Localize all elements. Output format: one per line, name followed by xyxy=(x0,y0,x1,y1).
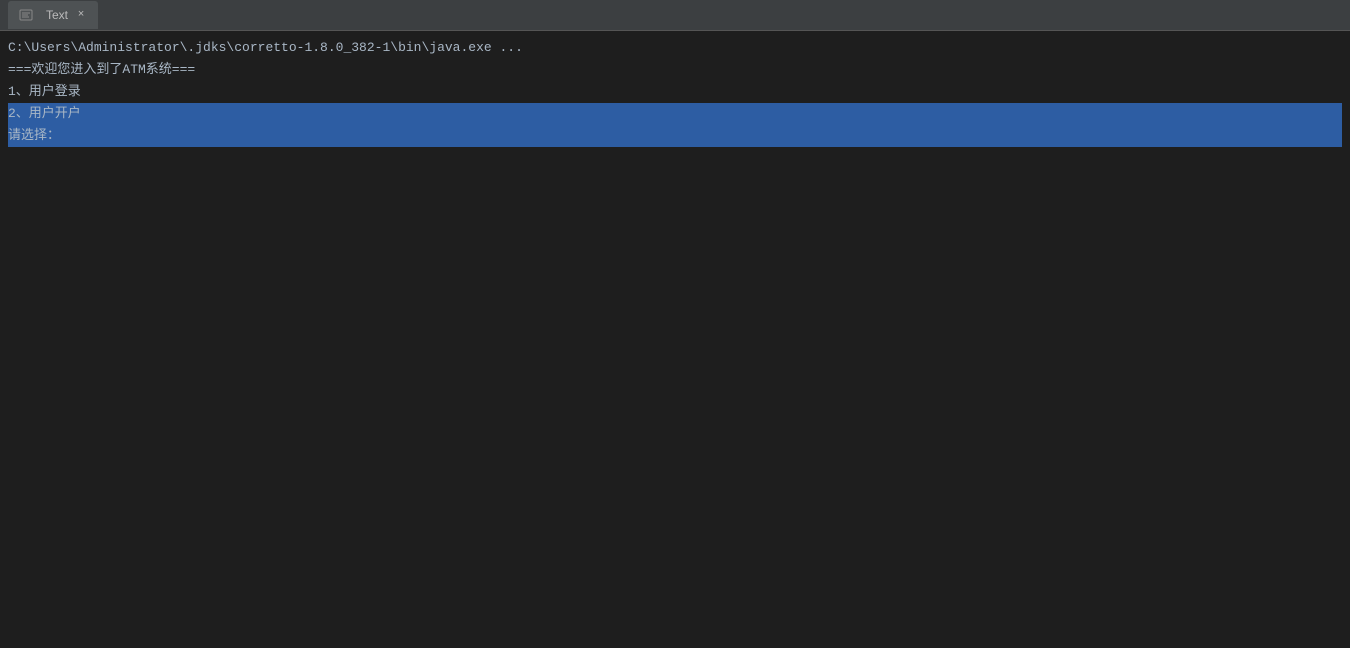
tab-text[interactable]: Text × xyxy=(8,1,98,29)
tab-close-button[interactable]: × xyxy=(74,8,88,22)
console-welcome-line: ===欢迎您进入到了ATM系统=== xyxy=(8,59,1342,81)
tab-label: Text xyxy=(46,8,68,22)
console-menu-item-2: 2、用户开户 xyxy=(8,103,1342,125)
tab-icon xyxy=(18,7,34,23)
console-command-line: C:\Users\Administrator\.jdks\corretto-1.… xyxy=(8,37,1342,59)
console-area: C:\Users\Administrator\.jdks\corretto-1.… xyxy=(0,31,1350,648)
title-bar: Text × xyxy=(0,0,1350,31)
console-prompt-line[interactable]: 请选择： xyxy=(8,125,1342,147)
console-menu-item-1: 1、用户登录 xyxy=(8,81,1342,103)
